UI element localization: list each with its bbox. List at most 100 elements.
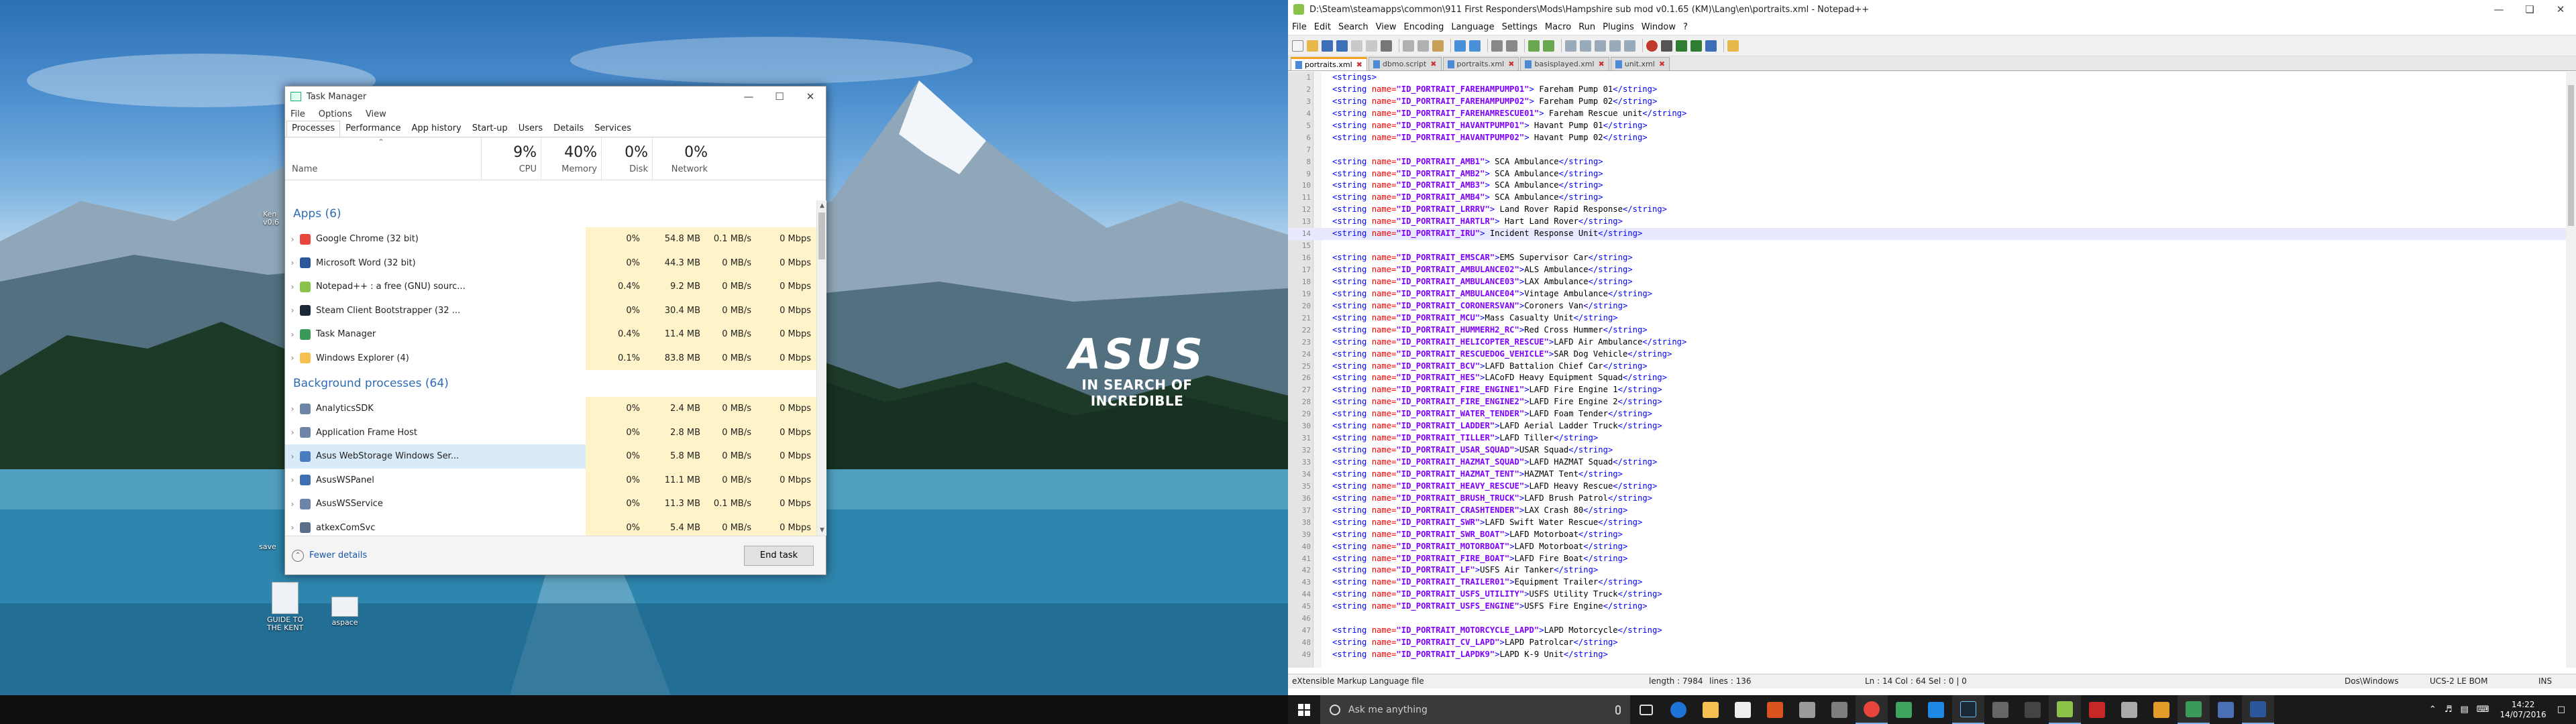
process-row[interactable]: › Microsoft Word (32 bit) 0% 44.3 MB 0 MB/s 0… [285,251,816,275]
clock[interactable]: 14:22 14/07/2016 [2500,700,2546,720]
code-line[interactable]: 34 <string name="ID_PORTRAIT_HAZMAT_TENT"… [1288,469,2566,481]
find-icon[interactable] [1491,40,1503,52]
word-wrap-icon[interactable] [1595,40,1606,52]
taskbar-steam[interactable] [1952,695,1984,724]
code-line[interactable]: 12 <string name="ID_PORTRAIT_LRRRV"> Land… [1288,204,2566,216]
minimize-button[interactable]: — [2483,0,2514,19]
code-line[interactable]: 39 <string name="ID_PORTRAIT_SWR_BOAT">LA… [1288,529,2566,541]
menu-file[interactable]: File [290,109,305,119]
expand-chevron-icon[interactable]: › [285,404,300,414]
close-tab-icon[interactable]: ✖ [1356,60,1362,69]
taskbar-app-red[interactable] [2081,695,2113,724]
code-line[interactable]: 41 <string name="ID_PORTRAIT_FIRE_BOAT">L… [1288,553,2566,565]
menu-run[interactable]: Run [1578,22,1595,32]
minimize-button[interactable]: — [733,86,764,107]
task-view-button[interactable] [1630,695,1662,724]
column-cpu[interactable]: 9% CPU [481,137,541,180]
taskbar-chrome[interactable] [1856,695,1888,724]
code-line[interactable]: 21 <string name="ID_PORTRAIT_MCU">Mass Ca… [1288,312,2566,324]
undo-icon[interactable] [1454,40,1466,52]
cut-icon[interactable] [1403,40,1414,52]
column-name[interactable]: ⌃ Name [285,137,481,180]
expand-chevron-icon[interactable]: › [285,523,300,532]
taskbar-app-gray3[interactable] [2113,695,2145,724]
code-line[interactable]: 46 [1288,613,2566,625]
menu-edit[interactable]: Edit [1314,22,1331,32]
print-icon[interactable] [1381,40,1392,52]
code-line[interactable]: 29 <string name="ID_PORTRAIT_WATER_TENDER… [1288,408,2566,420]
microphone-icon[interactable] [1615,705,1621,715]
menu-encoding[interactable]: Encoding [1403,22,1444,32]
sync-horizontal-icon[interactable] [1580,40,1591,52]
redo-icon[interactable] [1469,40,1481,52]
close-button[interactable]: ✕ [2545,0,2576,19]
taskbar-app-blue[interactable] [2210,695,2242,724]
menu-window[interactable]: Window [1642,22,1676,32]
code-line[interactable]: 8 <string name="ID_PORTRAIT_AMB1"> SCA Am… [1288,156,2566,168]
process-row[interactable]: › Task Manager 0.4% 11.4 MB 0 MB/s 0 Mbps [285,322,816,347]
process-row[interactable]: › Application Frame Host 0% 2.8 MB 0 MB/s 0 M… [285,420,816,444]
code-line[interactable]: 1 <strings> [1288,72,2566,84]
play-multiple-icon[interactable] [1690,40,1702,52]
end-task-button[interactable]: End task [744,545,814,566]
menu-macro[interactable]: Macro [1545,22,1571,32]
taskbar-game[interactable] [1984,695,2017,724]
taskbar-notepadpp[interactable] [2049,695,2081,724]
code-line[interactable]: 26 <string name="ID_PORTRAIT_HES">LACoFD … [1288,372,2566,384]
expand-chevron-icon[interactable]: › [285,306,300,315]
process-row[interactable]: › Windows Explorer (4) 0.1% 83.8 MB 0 MB/s 0 … [285,346,816,370]
expand-chevron-icon[interactable]: › [285,282,300,292]
menu-file[interactable]: File [1292,22,1307,32]
desktop-icon-aspace[interactable]: aspace [325,597,365,627]
close-all-icon[interactable] [1366,40,1377,52]
code-line[interactable]: 47 <string name="ID_PORTRAIT_MOTORCYCLE_L… [1288,625,2566,637]
taskbar-word[interactable] [2242,695,2274,724]
code-line[interactable]: 15 [1288,240,2566,252]
process-row[interactable]: › AsusWSService 0% 11.3 MB 0.1 MB/s 0 Mbps [285,492,816,516]
code-line[interactable]: 36 <string name="ID_PORTRAIT_BRUSH_TRUCK"… [1288,493,2566,505]
code-line[interactable]: 45 <string name="ID_PORTRAIT_USFS_ENGINE"… [1288,601,2566,613]
paste-icon[interactable] [1432,40,1444,52]
process-list-scrollbar[interactable]: ▲ ▼ [816,200,826,536]
show-all-chars-icon[interactable] [1609,40,1621,52]
tab-app-history[interactable]: App history [406,121,466,137]
process-row[interactable]: › Google Chrome (32 bit) 0% 54.8 MB 0.1 MB/s… [285,227,816,251]
code-line[interactable]: 13 <string name="ID_PORTRAIT_HARTLR"> Har… [1288,216,2566,228]
code-line[interactable]: 33 <string name="ID_PORTRAIT_HAZMAT_SQUAD… [1288,457,2566,469]
desktop-icon-guide[interactable]: GUIDE TO THE KENT [262,582,309,632]
expand-chevron-icon[interactable]: › [285,353,300,363]
process-row[interactable]: › AsusWSPanel 0% 11.1 MB 0 MB/s 0 Mbps [285,468,816,492]
taskbar-app-orange[interactable] [1759,695,1791,724]
chevron-up-icon[interactable]: ⌃ [292,549,304,562]
expand-chevron-icon[interactable]: › [285,330,300,339]
tab-details[interactable]: Details [548,121,589,137]
close-tab-icon[interactable]: ✖ [1599,60,1605,68]
close-tab-icon[interactable]: ✖ [1508,60,1514,68]
copy-icon[interactable] [1417,40,1429,52]
notepadpp-titlebar[interactable]: D:\Steam\steamapps\common\911 First Resp… [1288,0,2576,19]
expand-chevron-icon[interactable]: › [285,452,300,461]
menu-view[interactable]: View [366,109,386,119]
tab-startup[interactable]: Start-up [467,121,513,137]
code-line[interactable]: 38 <string name="ID_PORTRAIT_SWR">LAFD Sw… [1288,517,2566,529]
zoom-in-icon[interactable] [1528,40,1540,52]
doc-tab[interactable]: portraits.xml ✖ [1291,57,1367,70]
code-line[interactable]: 16 <string name="ID_PORTRAIT_EMSCAR">EMS … [1288,252,2566,264]
menu-plugins[interactable]: Plugins [1603,22,1634,32]
menu-options[interactable]: Options [319,109,352,119]
close-tab-icon[interactable]: ✖ [1659,60,1665,68]
editor-area[interactable]: 1 <strings> 2 <string name="ID_PORTRAIT_FAR… [1288,72,2566,668]
code-line[interactable]: 20 <string name="ID_PORTRAIT_CORONERSVAN"… [1288,300,2566,312]
code-line[interactable]: 24 <string name="ID_PORTRAIT_RESCUEDOG_VE… [1288,349,2566,361]
menu-search[interactable]: Search [1338,22,1368,32]
tab-services[interactable]: Services [589,121,637,137]
code-line[interactable]: 14 <string name="ID_PORTRAIT_IRU"> Incide… [1288,228,2566,241]
expand-chevron-icon[interactable]: › [285,499,300,509]
taskbar-edge[interactable] [1662,695,1695,724]
taskbar-store[interactable] [1727,695,1759,724]
process-row[interactable]: › Asus WebStorage Windows Ser... 0% 5.8 MB 0… [285,444,816,469]
save-macro-icon[interactable] [1705,40,1717,52]
taskbar-app-dark[interactable] [2017,695,2049,724]
close-file-icon[interactable] [1351,40,1362,52]
play-macro-icon[interactable] [1676,40,1687,52]
